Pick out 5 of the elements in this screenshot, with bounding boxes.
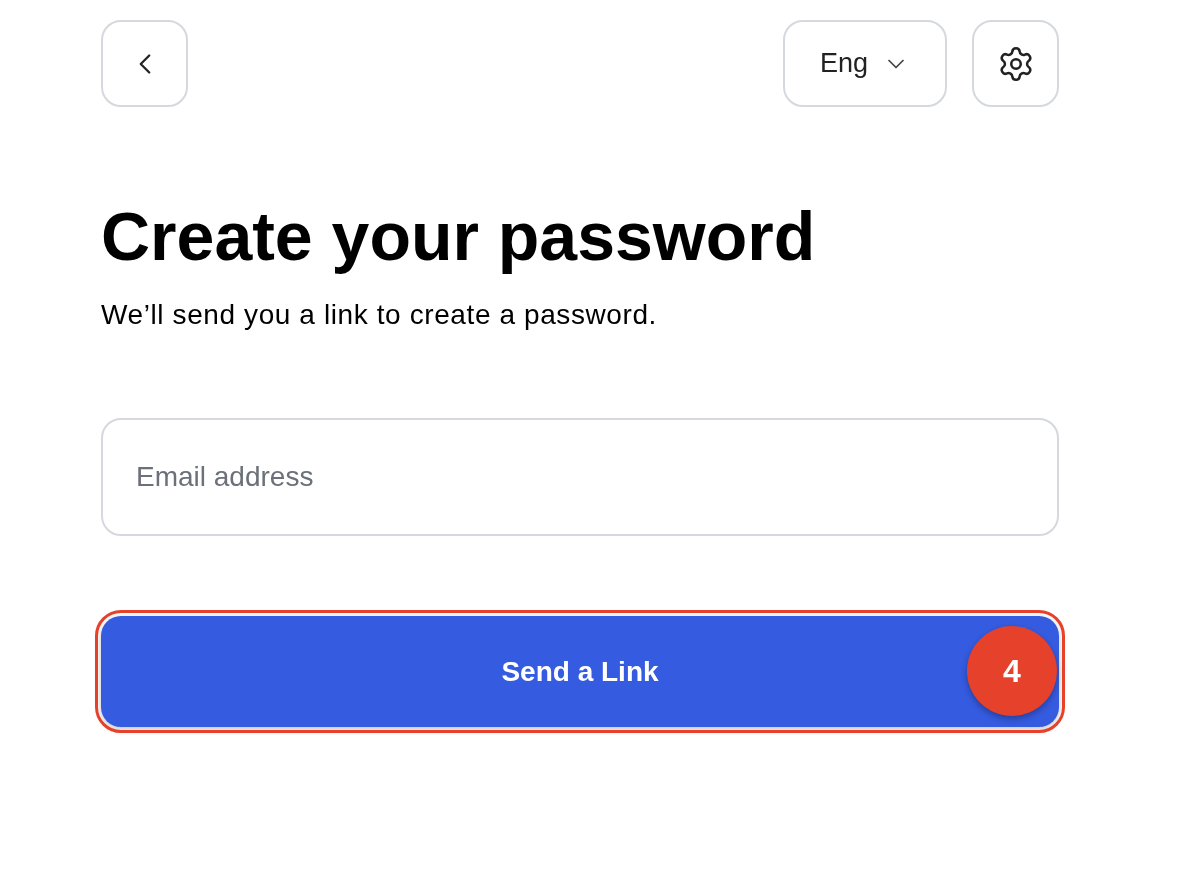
settings-button[interactable] (972, 20, 1059, 107)
language-selector[interactable]: Eng (783, 20, 947, 107)
email-field[interactable]: Email address (101, 418, 1059, 536)
subtitle: We’ll send you a link to create a password. (101, 299, 657, 331)
page-title: Create your password (101, 198, 816, 274)
